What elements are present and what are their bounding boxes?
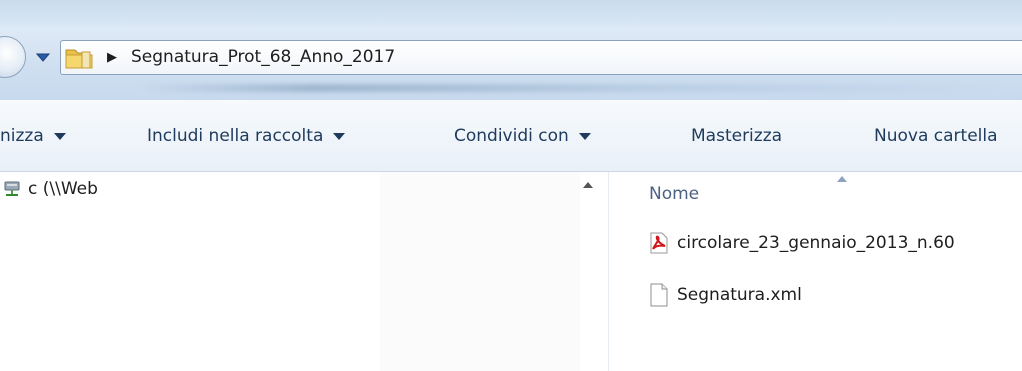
back-button[interactable] bbox=[0, 36, 26, 78]
chevron-down-icon bbox=[36, 53, 50, 62]
sort-ascending-icon bbox=[837, 176, 847, 182]
folder-icon bbox=[65, 49, 93, 69]
new-folder-button[interactable]: Nuova cartella bbox=[874, 124, 998, 148]
command-toolbar: nizza Includi nella raccolta Condividi c… bbox=[0, 100, 1022, 172]
file-list: Nome circolare_23_gennaio_2013_n.60 Segn… bbox=[608, 172, 1022, 371]
share-with-menu[interactable]: Condividi con bbox=[454, 124, 591, 148]
nav-item-network-drive[interactable]: c (\\Web bbox=[4, 176, 98, 202]
pdf-file-icon bbox=[650, 232, 668, 254]
file-row[interactable]: Segnatura.xml bbox=[649, 280, 802, 310]
caret-down-icon bbox=[578, 132, 591, 140]
toolbar-item-label: Includi nella raccolta bbox=[147, 126, 324, 146]
burn-button[interactable]: Masterizza bbox=[691, 124, 782, 148]
toolbar-item-label: Condividi con bbox=[454, 126, 569, 146]
nav-pane-background bbox=[380, 172, 580, 371]
title-bar bbox=[0, 0, 1022, 28]
organize-menu[interactable]: nizza bbox=[0, 124, 66, 148]
caret-down-icon bbox=[53, 132, 66, 140]
breadcrumb-current-folder[interactable]: Segnatura_Prot_68_Anno_2017 bbox=[131, 45, 395, 69]
navigation-pane: c (\\Web bbox=[0, 172, 608, 371]
include-in-library-menu[interactable]: Includi nella raccolta bbox=[147, 124, 346, 148]
address-bar-shadow bbox=[140, 84, 1000, 92]
generic-file-icon bbox=[650, 283, 668, 307]
recent-locations-dropdown[interactable] bbox=[33, 48, 53, 68]
toolbar-item-label: Nuova cartella bbox=[874, 126, 998, 146]
scroll-up-icon[interactable] bbox=[583, 182, 593, 188]
breadcrumb-arrow-icon[interactable]: ▶ bbox=[107, 48, 117, 68]
column-header-name[interactable]: Nome bbox=[649, 182, 699, 206]
toolbar-item-label: nizza bbox=[0, 126, 44, 146]
toolbar-item-label: Masterizza bbox=[691, 126, 783, 146]
file-name: circolare_23_gennaio_2013_n.60 bbox=[677, 233, 955, 253]
caret-down-icon bbox=[333, 132, 346, 140]
file-name: Segnatura.xml bbox=[677, 285, 802, 305]
file-row[interactable]: circolare_23_gennaio_2013_n.60 bbox=[649, 228, 955, 258]
nav-item-label: c (\\Web bbox=[28, 179, 98, 199]
network-drive-icon bbox=[4, 181, 20, 196]
address-bar: ▶ Segnatura_Prot_68_Anno_2017 bbox=[0, 28, 1022, 100]
